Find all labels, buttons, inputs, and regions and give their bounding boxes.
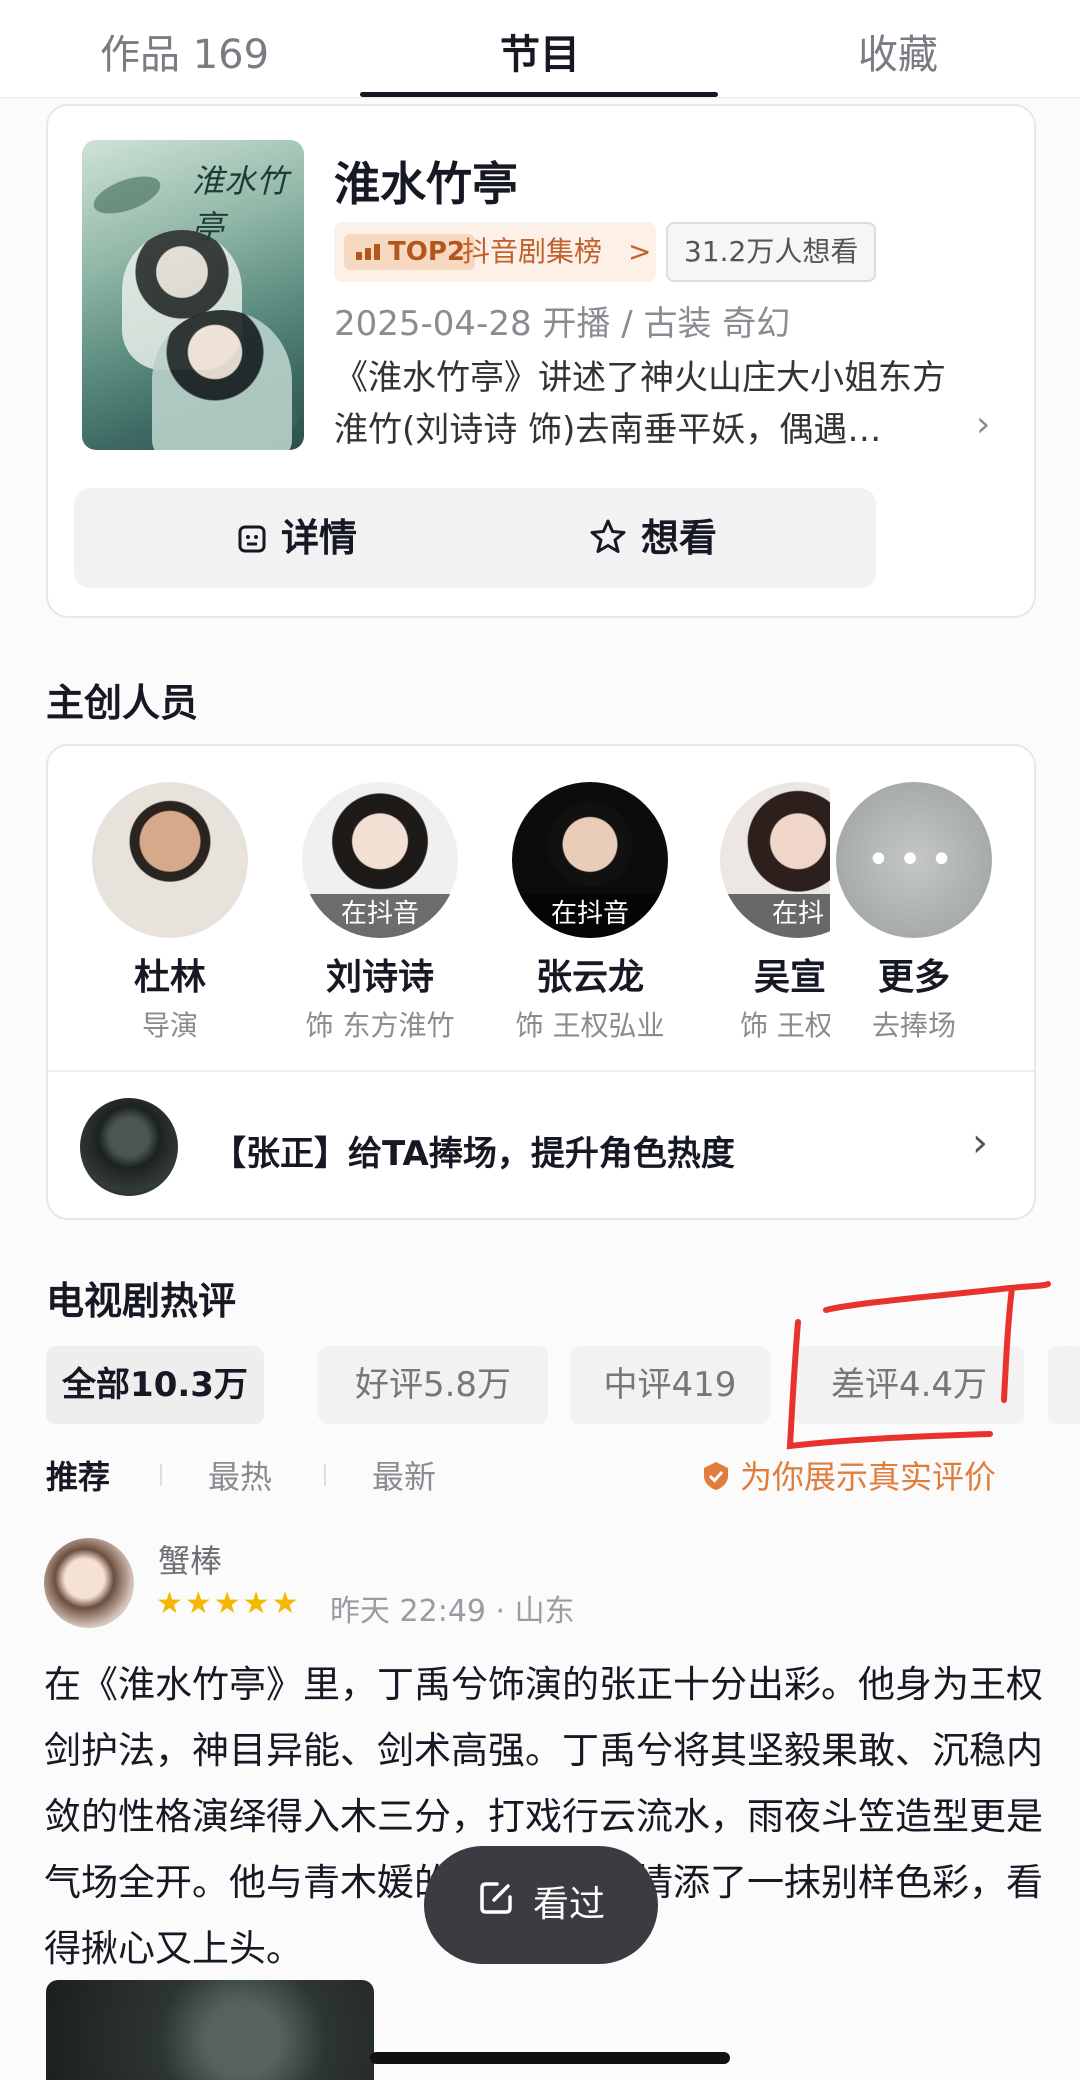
calendar-icon	[237, 491, 267, 591]
poster-figure	[152, 310, 292, 450]
tab-favorites[interactable]: 收藏	[858, 22, 938, 80]
crew-name: 刘诗诗	[325, 957, 434, 998]
poster-title: 淮水竹亭	[192, 162, 289, 246]
boost-text[interactable]: 【张正】给TA捧场，提升角色热度	[212, 1126, 735, 1175]
crew-role: 饰 王权	[740, 1009, 830, 1042]
filter-negative[interactable]: 差评4.4万	[794, 1346, 1024, 1424]
crew-section-title: 主创人员	[46, 681, 199, 725]
details-button-label: 详情	[280, 516, 357, 560]
crew-member[interactable]: 在抖 吴宣 饰 王权	[720, 782, 830, 1044]
divider	[48, 1070, 1034, 1072]
shield-check-icon	[700, 1460, 732, 1492]
crew-role: 导演	[141, 1009, 198, 1042]
avatar[interactable]	[44, 1538, 134, 1628]
authentic-note-text: 为你展示真实评价	[740, 1458, 997, 1496]
edit-icon	[477, 1847, 515, 1965]
on-douyin-tag: 在抖	[720, 894, 830, 938]
divider	[160, 1464, 162, 1486]
more-icon: •••	[836, 782, 992, 938]
filter-positive[interactable]: 好评5.8万	[318, 1346, 548, 1424]
avatar	[80, 1098, 178, 1196]
chevron-right-icon: >	[628, 235, 652, 268]
crew-role: 去捧场	[871, 1009, 956, 1042]
avatar: 在抖音	[512, 782, 668, 938]
filter-all[interactable]: 全部10.3万	[46, 1346, 264, 1424]
crew-name: 吴宣	[754, 957, 827, 998]
tab-works[interactable]: 作品 169	[100, 22, 269, 80]
filter-neutral[interactable]: 中评419	[570, 1346, 770, 1424]
avatar: 在抖音	[302, 782, 458, 938]
show-card[interactable]: 淮水竹亭 淮水竹亭 TOP2 抖音剧集榜 > 31.2万人想看 2025-04-…	[46, 104, 1036, 618]
filter-more[interactable]	[1048, 1346, 1080, 1424]
chevron-right-icon[interactable]: ›	[972, 1120, 988, 1166]
show-title: 淮水竹亭	[334, 157, 518, 211]
show-poster[interactable]: 淮水竹亭	[82, 140, 304, 450]
want-to-watch-button[interactable]: 想看	[430, 488, 876, 588]
want-count-badge: 31.2万人想看	[666, 222, 877, 282]
divider	[324, 1464, 326, 1486]
rating-stars: ★★★★★	[156, 1586, 301, 1621]
tab-programs[interactable]: 节目	[500, 22, 580, 80]
seen-button-label: 看过	[532, 1884, 605, 1925]
avatar	[92, 782, 248, 938]
crew-card: 杜林 导演 在抖音 刘诗诗 饰 东方淮竹 在抖音 张云龙 饰 王权弘业 在抖 吴…	[46, 744, 1036, 1220]
crew-member[interactable]: 杜林 导演	[90, 782, 250, 1044]
sort-hot[interactable]: 最热	[208, 1452, 272, 1498]
avatar: 在抖	[720, 782, 830, 938]
crew-name: 杜林	[133, 957, 206, 998]
crew-more[interactable]: ••• 更多 去捧场	[834, 782, 994, 1044]
home-indicator	[370, 2052, 730, 2064]
star-outline-icon	[589, 491, 627, 591]
crew-role: 饰 东方淮竹	[305, 1009, 455, 1042]
on-douyin-tag: 在抖音	[302, 894, 458, 938]
review-image[interactable]	[46, 1980, 374, 2080]
want-button-label: 想看	[640, 516, 717, 560]
active-tab-indicator	[360, 92, 718, 97]
reviews-section-title: 电视剧热评	[46, 1279, 237, 1323]
seen-button[interactable]: 看过	[424, 1846, 658, 1964]
rank-tag: TOP2	[344, 234, 475, 270]
sort-recommended[interactable]: 推荐	[46, 1452, 110, 1498]
rank-badge[interactable]: TOP2 抖音剧集榜 >	[334, 222, 656, 282]
crew-member[interactable]: 在抖音 刘诗诗 饰 东方淮竹	[300, 782, 460, 1044]
crew-member[interactable]: 在抖音 张云龙 饰 王权弘业	[510, 782, 670, 1044]
show-meta: 2025-04-28 开播 / 古装 奇幻	[334, 304, 791, 344]
bar-chart-icon	[356, 244, 382, 260]
top-tab-bar: 作品 169 节目 收藏	[0, 0, 1080, 98]
sort-newest[interactable]: 最新	[372, 1452, 436, 1498]
show-description[interactable]: 《淮水竹亭》讲述了神火山庄大小姐东方淮竹(刘诗诗 饰)去南垂平妖，偶遇…	[334, 352, 954, 456]
review-username[interactable]: 蟹棒	[158, 1536, 222, 1582]
chevron-right-icon[interactable]: ›	[976, 404, 990, 445]
crew-name: 更多	[877, 957, 950, 998]
review-time-location: 昨天 22:49 · 山东	[330, 1594, 575, 1629]
rank-label: 抖音剧集榜	[462, 235, 603, 268]
rank-tag-label: TOP2	[388, 237, 465, 267]
crew-name: 张云龙	[535, 957, 644, 998]
crew-role: 饰 王权弘业	[515, 1009, 665, 1042]
poster-leaf	[88, 168, 166, 222]
authentic-reviews-note: 为你展示真实评价	[700, 1452, 996, 1498]
on-douyin-tag: 在抖音	[512, 894, 668, 938]
